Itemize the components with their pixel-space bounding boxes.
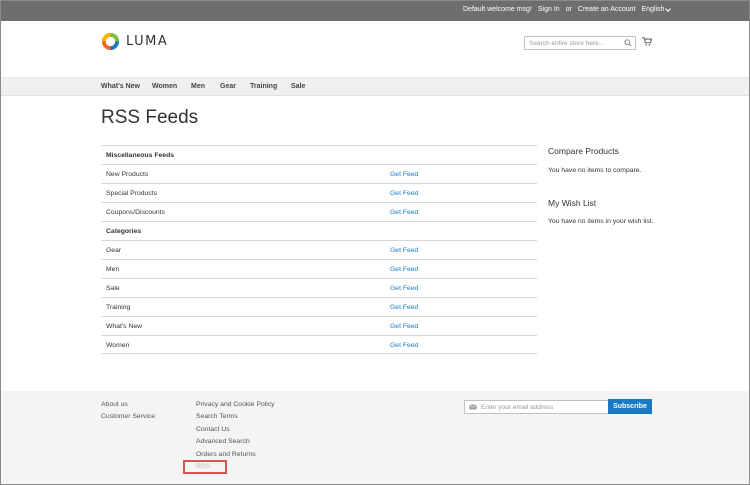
feed-label: Sale	[106, 285, 120, 292]
chevron-down-icon	[665, 5, 672, 12]
nav-item-whats-new[interactable]: What's New	[101, 83, 140, 90]
table-row: Women Get Feed	[101, 335, 537, 354]
get-feed-link[interactable]: Get Feed	[390, 304, 418, 311]
newsletter-email-input[interactable]: Enter your email address	[464, 400, 609, 414]
footer-link-customer-service[interactable]: Customer Service	[101, 413, 155, 420]
cart-icon[interactable]	[642, 37, 652, 46]
luma-logo-icon	[101, 32, 120, 51]
welcome-message: Default welcome msg!	[463, 6, 532, 13]
get-feed-link[interactable]: Get Feed	[390, 285, 418, 292]
categories-header: Categories	[106, 228, 142, 235]
logo-text: LUMA	[126, 34, 169, 49]
nav-item-women[interactable]: Women	[152, 83, 177, 90]
main-navigation: What's New Women Men Gear Training Sale	[1, 77, 749, 96]
email-placeholder: Enter your email address	[481, 404, 554, 411]
feed-label: Training	[106, 304, 131, 311]
table-row: Training Get Feed	[101, 297, 537, 316]
footer-link-contact-us[interactable]: Contact Us	[196, 426, 230, 433]
nav-item-men[interactable]: Men	[191, 83, 205, 90]
get-feed-link[interactable]: Get Feed	[390, 342, 418, 349]
rss-feeds-table: Miscellaneous Feeds New Products Get Fee…	[101, 145, 537, 354]
compare-products-title: Compare Products	[548, 146, 619, 156]
table-row: What's New Get Feed	[101, 316, 537, 335]
language-label: English	[641, 6, 665, 13]
feed-label: What's New	[106, 323, 143, 330]
feed-label: New Products	[106, 171, 149, 178]
top-panel: Default welcome msg! Sign In or Create a…	[1, 1, 749, 21]
subscribe-button[interactable]: Subscribe	[608, 399, 652, 414]
nav-item-sale[interactable]: Sale	[291, 83, 305, 90]
table-row: Gear Get Feed	[101, 240, 537, 259]
rss-highlight-box	[183, 460, 227, 474]
compare-empty-text: You have no items to compare.	[548, 167, 642, 174]
wishlist-empty-text: You have no items in your wish list.	[548, 218, 654, 225]
table-row: Men Get Feed	[101, 259, 537, 278]
create-account-link[interactable]: Create an Account	[578, 6, 636, 13]
get-feed-link[interactable]: Get Feed	[390, 209, 418, 216]
feed-label: Women	[106, 342, 130, 349]
get-feed-link[interactable]: Get Feed	[390, 323, 418, 330]
footer-link-orders-returns[interactable]: Orders and Returns	[196, 451, 256, 458]
page-title: RSS Feeds	[101, 107, 199, 128]
footer-link-about-us[interactable]: About us	[101, 401, 128, 408]
table-row: Special Products Get Feed	[101, 183, 537, 202]
sign-in-link[interactable]: Sign In	[538, 6, 560, 13]
table-header-row: Miscellaneous Feeds	[101, 145, 537, 164]
wishlist-title: My Wish List	[548, 198, 597, 208]
misc-feeds-header: Miscellaneous Feeds	[106, 152, 174, 159]
table-row: New Products Get Feed	[101, 164, 537, 183]
store-logo[interactable]: LUMA	[101, 32, 168, 51]
footer-link-search-terms[interactable]: Search Terms	[196, 413, 238, 420]
feed-label: Coupons/Discounts	[106, 209, 165, 216]
feed-label: Special Products	[106, 190, 158, 197]
table-row: Sale Get Feed	[101, 278, 537, 297]
get-feed-link[interactable]: Get Feed	[390, 247, 418, 254]
or-text: or	[565, 6, 572, 13]
table-header-row: Categories	[101, 221, 537, 240]
feed-label: Men	[106, 266, 120, 273]
get-feed-link[interactable]: Get Feed	[390, 266, 418, 273]
search-input[interactable]: Search entire store here...	[524, 36, 636, 50]
language-switcher[interactable]: English	[641, 5, 672, 13]
search-icon[interactable]	[624, 39, 632, 47]
nav-item-training[interactable]: Training	[250, 83, 277, 90]
envelope-icon	[469, 404, 477, 410]
footer-link-advanced-search[interactable]: Advanced Search	[196, 438, 250, 445]
nav-item-gear[interactable]: Gear	[220, 83, 236, 90]
search-placeholder: Search entire store here...	[529, 40, 605, 47]
footer-link-privacy[interactable]: Privacy and Cookie Policy	[196, 401, 275, 408]
feed-label: Gear	[106, 247, 122, 254]
table-row: Coupons/Discounts Get Feed	[101, 202, 537, 221]
get-feed-link[interactable]: Get Feed	[390, 171, 418, 178]
get-feed-link[interactable]: Get Feed	[390, 190, 418, 197]
